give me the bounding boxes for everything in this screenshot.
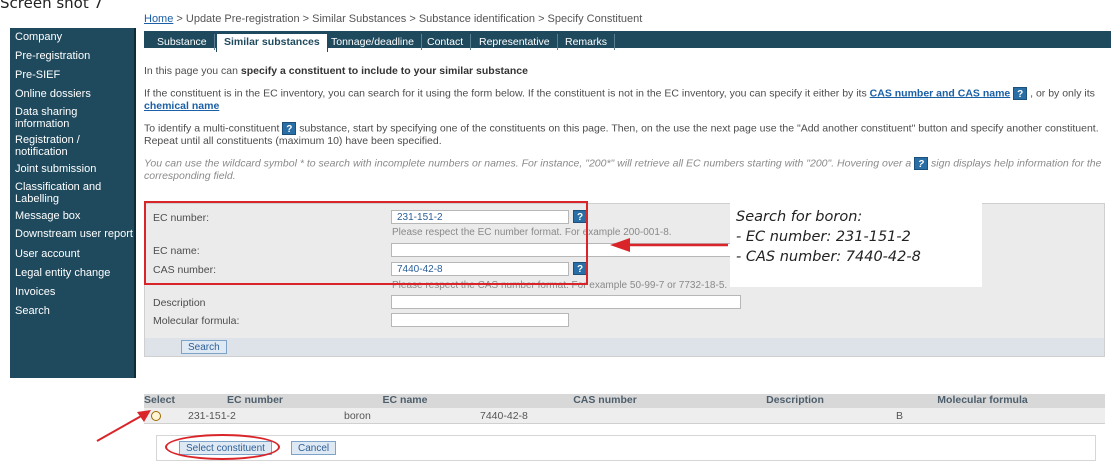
help-icon[interactable]: ? <box>282 122 297 135</box>
tab-contact[interactable]: Contact <box>420 34 472 50</box>
sidebar-item-company[interactable]: Company <box>10 28 134 47</box>
sidebar-item-data-sharing[interactable]: Data sharing information <box>10 104 134 132</box>
reach-it-app: Home > Update Pre-registration > Similar… <box>10 13 1111 463</box>
row-ec-name: boron <box>344 409 371 422</box>
sidebar-item-legal-entity-change[interactable]: Legal entity change <box>10 264 134 283</box>
annotation-callout: Search for boron: - EC number: 231-151-2… <box>730 201 982 287</box>
sidebar-item-downstream-user-report[interactable]: Downstream user report <box>10 226 134 245</box>
tab-similar-substances[interactable]: Similar substances <box>216 33 328 52</box>
tab-representative[interactable]: Representative <box>472 34 558 50</box>
col-ec-number-header: EC number <box>226 394 283 406</box>
help-icon[interactable]: ? <box>914 157 929 170</box>
highlight-box <box>144 201 588 285</box>
annotation-line-3: - CAS number: 7440-42-8 <box>736 249 921 265</box>
molecular-formula-input[interactable] <box>391 313 569 327</box>
col-description-header: Description <box>766 394 824 406</box>
description-label: Description <box>153 297 206 309</box>
sidebar-item-online-dossiers[interactable]: Online dossiers <box>10 85 134 104</box>
intro-text: In this page you can specify a constitue… <box>144 65 1109 192</box>
sidebar-item-user-account[interactable]: User account <box>10 245 134 264</box>
sidebar-item-joint-submission[interactable]: Joint submission <box>10 160 134 179</box>
search-bar: Search <box>145 338 1104 356</box>
sidebar-item-pre-registration[interactable]: Pre-registration <box>10 47 134 66</box>
breadcrumb-path: > Update Pre-registration > Similar Subs… <box>173 13 643 25</box>
sidebar-item-message-box[interactable]: Message box <box>10 207 134 226</box>
highlight-ellipse <box>165 434 280 460</box>
col-molecular-formula-header: Molecular formula <box>937 394 1028 406</box>
col-cas-number-header: CAS number <box>573 394 637 406</box>
breadcrumb-home-link[interactable]: Home <box>144 13 173 25</box>
tab-tonnage-deadline[interactable]: Tonnage/deadline <box>324 34 422 50</box>
col-ec-name-header: EC name <box>382 394 428 406</box>
help-icon[interactable]: ? <box>1013 87 1028 100</box>
intro-p4-text: You can use the wildcard symbol * to sea… <box>144 157 915 170</box>
molecular-formula-label: Molecular formula: <box>153 315 240 327</box>
annotation-arrow-to-radio <box>96 410 151 442</box>
intro-p3-text: To identify a multi-constituent <box>144 122 283 135</box>
cas-number-and-name-link[interactable]: CAS number and CAS name <box>870 87 1011 99</box>
row-cas-number: 7440-42-8 <box>480 409 528 422</box>
intro-p1-bold: specify a constituent to include to your… <box>240 65 528 77</box>
chemical-name-link[interactable]: chemical name <box>144 100 219 112</box>
cancel-button[interactable]: Cancel <box>291 441 337 455</box>
tab-remarks[interactable]: Remarks <box>558 34 616 50</box>
table-row: 231-151-2 boron 7440-42-8 B <box>144 408 1105 424</box>
intro-paragraph-4: You can use the wildcard symbol * to sea… <box>144 157 1109 182</box>
tab-substance[interactable]: Substance <box>150 34 215 50</box>
tab-bar: Substance Similar substances Tonnage/dea… <box>144 31 1111 52</box>
sidebar-item-pre-sief[interactable]: Pre-SIEF <box>10 66 134 85</box>
sidebar-item-search[interactable]: Search <box>10 302 134 321</box>
sidebar-item-classification[interactable]: Classification and Labelling <box>10 179 134 207</box>
intro-paragraph-2: If the constituent is in the EC inventor… <box>144 87 1109 112</box>
results-header-row: Select EC number EC name CAS number Desc… <box>144 394 1105 408</box>
sidebar-item-registration[interactable]: Registration / notification <box>10 132 134 160</box>
intro-p2-mid: , or by only its <box>1027 87 1095 100</box>
results-table: Select EC number EC name CAS number Desc… <box>144 394 1105 424</box>
breadcrumb: Home > Update Pre-registration > Similar… <box>144 13 642 25</box>
description-input[interactable] <box>391 295 741 309</box>
action-bar: Select constituent Cancel <box>156 435 1096 461</box>
intro-p2-text: If the constituent is in the EC inventor… <box>144 87 870 100</box>
row-ec-number: 231-151-2 <box>188 409 236 422</box>
sidebar-item-invoices[interactable]: Invoices <box>10 283 134 302</box>
col-select-header: Select <box>144 394 175 406</box>
row-molecular-formula: B <box>896 409 904 422</box>
search-button[interactable]: Search <box>181 340 227 354</box>
annotation-line-1: Search for boron: <box>736 209 863 225</box>
intro-paragraph-3: To identify a multi-constituent ? substa… <box>144 122 1109 147</box>
intro-p1-text: In this page you can <box>144 65 241 77</box>
intro-paragraph-1: In this page you can specify a constitue… <box>144 65 1109 77</box>
screenshot-caption: Screen shot 7 <box>0 0 104 12</box>
annotation-arrow-right <box>610 238 728 252</box>
annotation-line-2: - EC number: 231-151-2 <box>736 229 911 245</box>
sidebar-nav: Company Pre-registration Pre-SIEF Online… <box>10 28 136 378</box>
